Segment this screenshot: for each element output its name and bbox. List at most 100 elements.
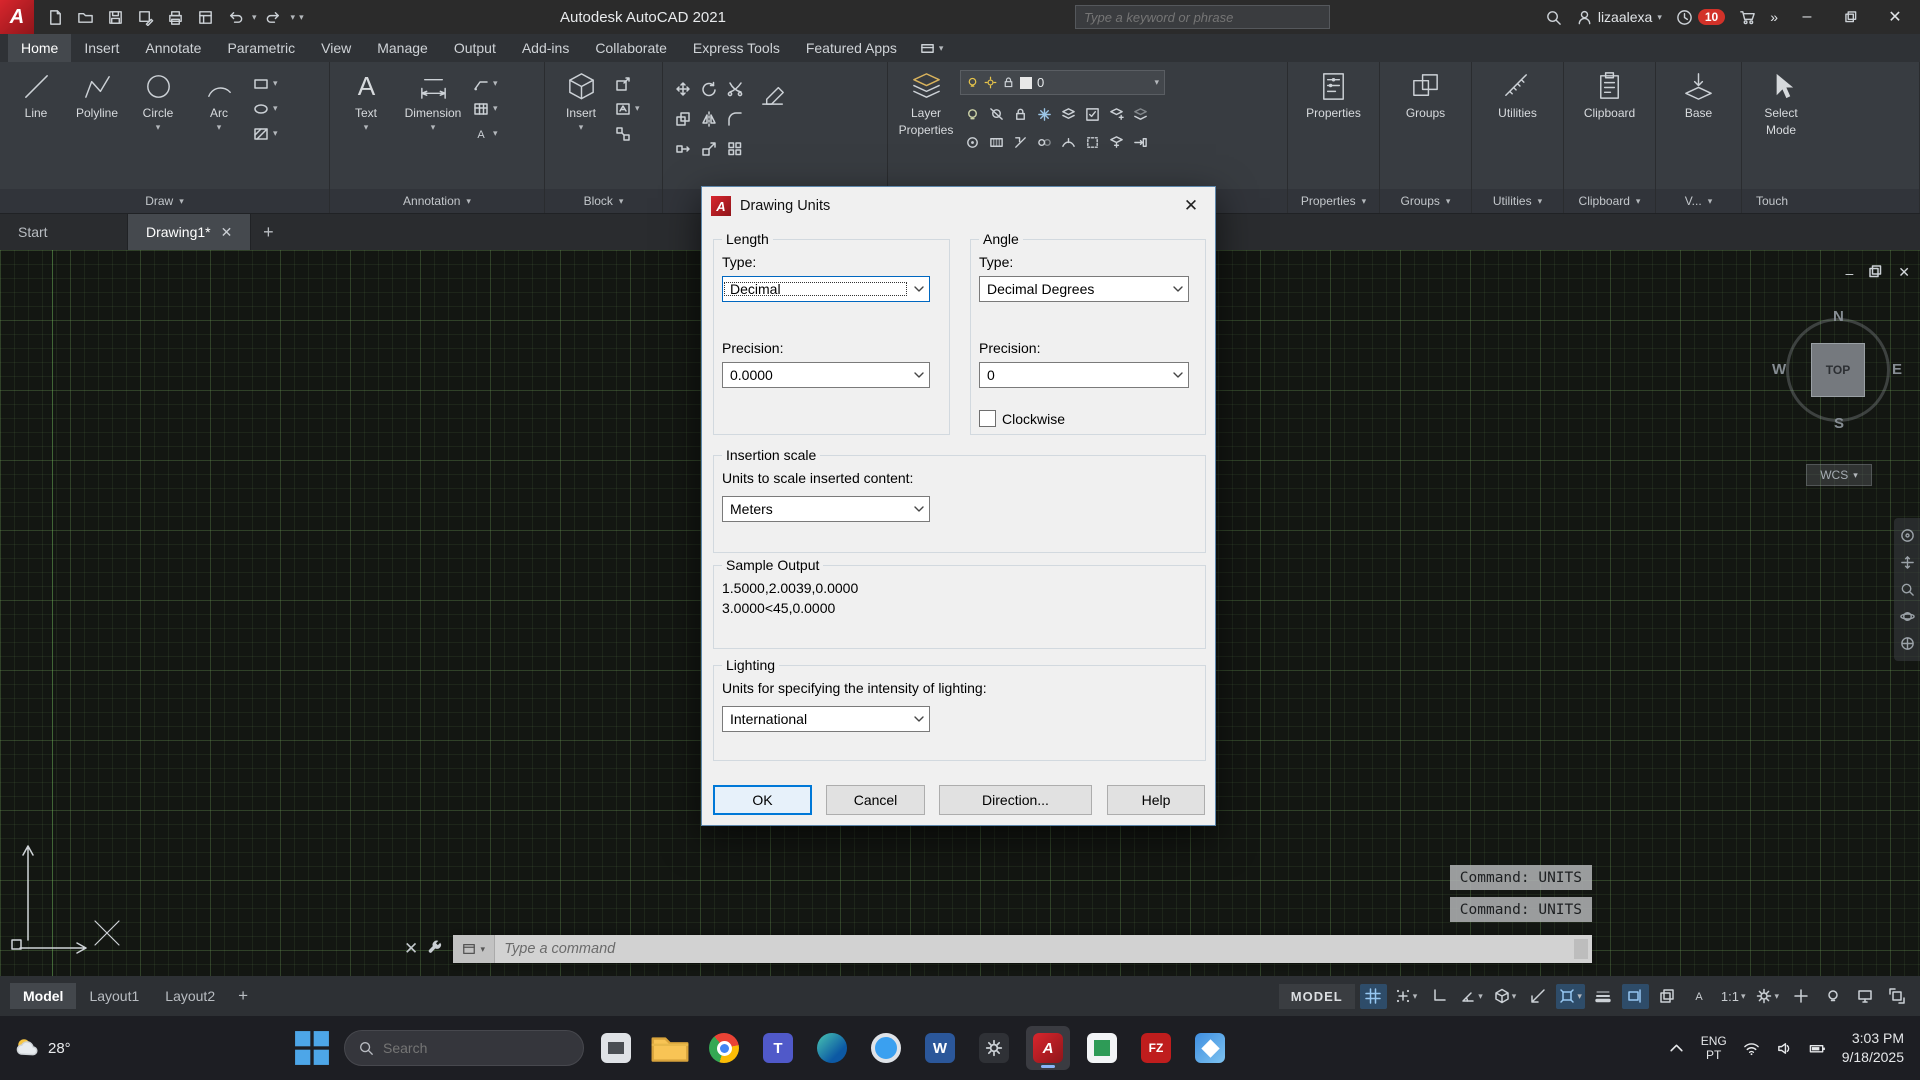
trim-tool-icon[interactable] <box>726 80 745 99</box>
fillet-tool-icon[interactable] <box>726 110 745 129</box>
start-button[interactable] <box>290 1026 334 1070</box>
command-close-icon[interactable]: ✕ <box>404 939 418 959</box>
polyline-button[interactable]: Polyline <box>68 66 126 120</box>
create-block-tool-icon[interactable] <box>613 74 632 93</box>
utilities-button[interactable]: Utilities <box>1479 66 1556 120</box>
snap-mode-toggle[interactable]: ▾ <box>1392 984 1421 1009</box>
copy-tool-icon[interactable] <box>674 110 693 129</box>
doc-restore-button[interactable] <box>1869 265 1882 281</box>
viewcube[interactable]: N W E S TOP <box>1780 312 1896 428</box>
polar-tracking-toggle[interactable]: ▾ <box>1457 984 1486 1009</box>
utilities-panel-label[interactable]: Utilities▾ <box>1472 189 1563 213</box>
plot-button[interactable] <box>162 4 188 30</box>
redo-button[interactable] <box>261 4 287 30</box>
mirror-tool-icon[interactable] <box>700 110 719 129</box>
draw-panel-label[interactable]: Draw▾ <box>0 189 329 213</box>
angle-precision-combo[interactable]: 0 <box>979 362 1189 388</box>
annotation-scale-button[interactable]: 1:1▾ <box>1718 984 1749 1009</box>
clockwise-checkbox[interactable] <box>979 410 996 427</box>
insert-block-button[interactable]: Insert▾ <box>552 66 610 132</box>
select-mode-button[interactable]: SelectMode <box>1749 66 1813 137</box>
zoom-icon[interactable] <box>1900 582 1915 597</box>
properties-button[interactable]: Properties <box>1295 66 1372 120</box>
annotation-panel-label[interactable]: Annotation▾ <box>330 189 544 213</box>
layer-tool-icon[interactable] <box>1085 107 1100 122</box>
orbit-icon[interactable] <box>1900 609 1915 624</box>
text-style-dropdown-icon[interactable]: ▾ <box>493 129 498 138</box>
viewcube-north[interactable]: N <box>1833 308 1844 325</box>
angle-type-combo[interactable]: Decimal Degrees <box>979 276 1189 302</box>
base-button[interactable]: Base <box>1663 66 1734 120</box>
layer-tool-icon[interactable] <box>1133 107 1148 122</box>
grid-display-toggle[interactable] <box>1360 984 1387 1009</box>
language-indicator[interactable]: ENG PT <box>1701 1034 1727 1062</box>
tab-collaborate[interactable]: Collaborate <box>582 34 680 62</box>
wifi-icon[interactable] <box>1743 1040 1760 1057</box>
ok-button[interactable]: OK <box>713 785 812 815</box>
filezilla-icon[interactable]: FZ <box>1134 1026 1178 1070</box>
block-editor-tool-icon[interactable] <box>613 124 632 143</box>
overflow-chevrons-icon[interactable]: » <box>1770 9 1778 25</box>
taskbar-search[interactable] <box>344 1030 584 1066</box>
photos-app-icon[interactable] <box>1188 1026 1232 1070</box>
dimension-button[interactable]: Dimension▾ <box>398 66 468 132</box>
tab-manage[interactable]: Manage <box>364 34 441 62</box>
clipboard-panel-label[interactable]: Clipboard▾ <box>1564 189 1655 213</box>
tab-parametric[interactable]: Parametric <box>214 34 308 62</box>
model-space-button[interactable]: MODEL <box>1279 984 1355 1009</box>
text-style-tool-icon[interactable]: A <box>471 124 490 143</box>
layer-tool-icon[interactable] <box>1037 135 1052 150</box>
notifications-button[interactable]: 10 <box>1676 9 1725 26</box>
dialog-titlebar[interactable]: A Drawing Units ✕ <box>702 187 1215 225</box>
layer-tool-icon[interactable] <box>965 135 980 150</box>
qat-customize-icon[interactable]: ▾ <box>299 13 304 22</box>
layer-tool-icon[interactable] <box>1109 107 1124 122</box>
isometric-drafting-toggle[interactable]: ▾ <box>1491 984 1520 1009</box>
clean-screen-button[interactable] <box>1883 984 1910 1009</box>
save-as-button[interactable] <box>132 4 158 30</box>
layer-tool-icon[interactable] <box>1133 135 1148 150</box>
tab-home[interactable]: Home <box>8 34 71 62</box>
layer-tool-icon[interactable] <box>989 107 1004 122</box>
edit-attributes-tool-icon[interactable] <box>613 99 632 118</box>
rotate-tool-icon[interactable] <box>700 80 719 99</box>
arc-button[interactable]: Arc▾ <box>190 66 248 132</box>
layer-tool-icon[interactable] <box>1109 135 1124 150</box>
table-tool-icon[interactable] <box>471 99 490 118</box>
erase-button[interactable] <box>751 66 795 109</box>
tab-layout2[interactable]: Layout2 <box>152 983 228 1009</box>
lineweight-toggle[interactable] <box>1590 984 1617 1009</box>
tab-start[interactable]: Start <box>0 214 128 250</box>
teams-icon[interactable]: T <box>756 1026 800 1070</box>
tab-layout1[interactable]: Layout1 <box>76 983 152 1009</box>
lighting-units-combo[interactable]: International <box>722 706 930 732</box>
command-input-bar[interactable]: ▾ Type a command <box>453 935 1592 963</box>
tab-annotate[interactable]: Annotate <box>132 34 214 62</box>
ellipse-dropdown-icon[interactable]: ▾ <box>273 104 278 113</box>
layer-tool-icon[interactable] <box>1013 135 1028 150</box>
taskbar-search-input[interactable] <box>383 1040 533 1056</box>
tray-chevron-up-icon[interactable] <box>1668 1040 1685 1057</box>
table-dropdown-icon[interactable]: ▾ <box>493 104 498 113</box>
clock[interactable]: 3:03 PM 9/18/2025 <box>1842 1029 1904 1067</box>
viewcube-south[interactable]: S <box>1834 415 1844 432</box>
text-button[interactable]: AText▾ <box>337 66 395 132</box>
spreadsheet-app-icon[interactable] <box>1080 1026 1124 1070</box>
layer-tool-icon[interactable] <box>965 107 980 122</box>
direction-button[interactable]: Direction... <box>939 785 1092 815</box>
selection-cycling-toggle[interactable] <box>1654 984 1681 1009</box>
undo-dropdown-icon[interactable]: ▾ <box>252 13 257 22</box>
undo-button[interactable] <box>222 4 248 30</box>
layer-properties-button[interactable]: LayerProperties <box>895 66 957 137</box>
properties-panel-label[interactable]: Properties▾ <box>1288 189 1379 213</box>
layer-tool-icon[interactable] <box>1085 135 1100 150</box>
doc-minimize-button[interactable]: – <box>1845 265 1853 281</box>
stretch-tool-icon[interactable] <box>674 140 693 159</box>
autocad-taskbar-icon[interactable]: A <box>1026 1026 1070 1070</box>
clipboard-button[interactable]: Clipboard <box>1571 66 1648 120</box>
viewcube-west[interactable]: W <box>1772 361 1786 378</box>
app-store-button[interactable] <box>1739 9 1756 26</box>
open-file-button[interactable] <box>72 4 98 30</box>
close-button[interactable]: ✕ <box>1880 0 1910 34</box>
help-search-input[interactable] <box>1084 10 1321 25</box>
